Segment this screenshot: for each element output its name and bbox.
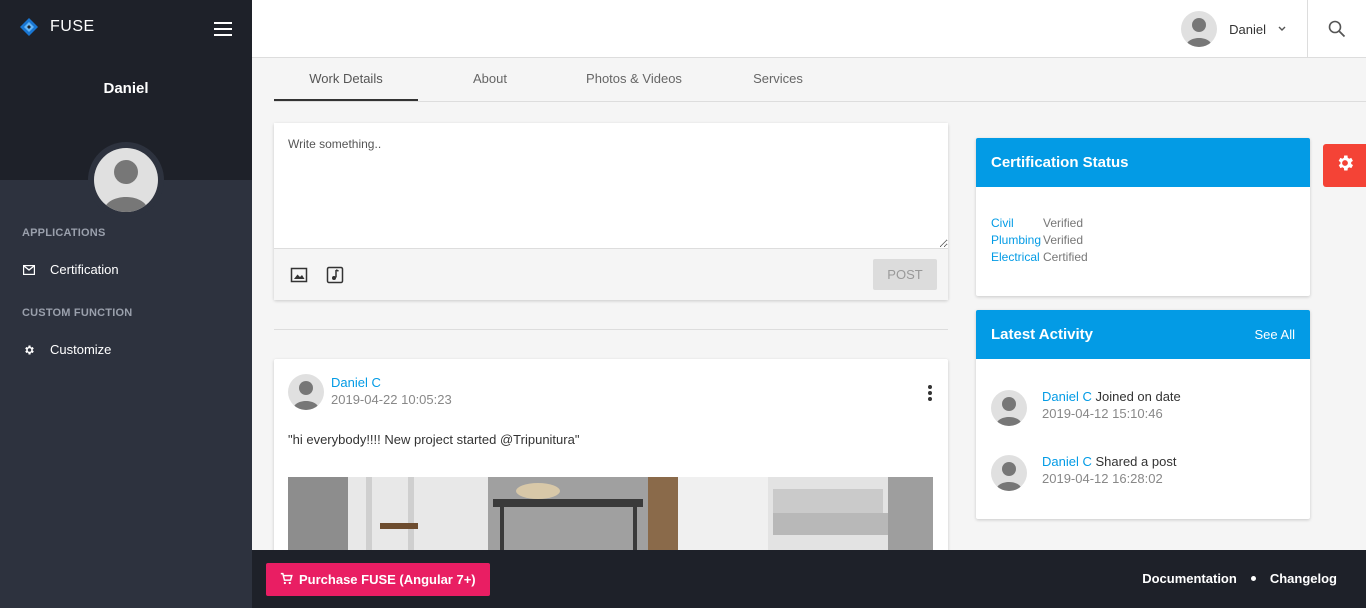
gear-icon [1335, 153, 1355, 178]
tab-work-details[interactable]: Work Details [274, 60, 418, 101]
topbar: Daniel [252, 0, 1366, 58]
sidebar-item-customize[interactable]: Customize [22, 342, 111, 357]
user-menu[interactable]: Daniel [1181, 11, 1286, 47]
brand-name: FUSE [50, 18, 95, 35]
activity-action: Shared a post [1095, 454, 1177, 469]
sidebar-item-label: Customize [50, 342, 112, 357]
section-custom-function: CUSTOM FUNCTION [22, 307, 133, 319]
search-icon[interactable] [1328, 20, 1346, 38]
activity-action: Joined on date [1095, 389, 1181, 404]
menu-toggle-icon[interactable] [214, 22, 232, 36]
footer-links: Documentation Changelog [1142, 571, 1337, 586]
post-timestamp: 2019-04-22 10:05:23 [331, 392, 452, 407]
card-title: Certification Status [991, 154, 1129, 171]
footer: Purchase FUSE (Angular 7+) Documentation… [252, 550, 1366, 608]
certification-name[interactable]: Plumbing [991, 232, 1043, 249]
certification-status-card: Certification Status Civil Verified Plum… [976, 138, 1310, 296]
card-header: Latest Activity See All [976, 310, 1310, 359]
list-item: Civil Verified [991, 215, 1310, 232]
certification-name[interactable]: Electrical [991, 249, 1043, 266]
activity-item: Daniel C Joined on date 2019-04-12 15:10… [991, 389, 1181, 426]
avatar [1181, 11, 1218, 47]
audio-file-icon[interactable] [326, 266, 344, 284]
changelog-link[interactable]: Changelog [1270, 571, 1337, 586]
mail-icon [22, 263, 36, 277]
certification-status: Verified [1043, 216, 1084, 230]
tab-services[interactable]: Services [706, 60, 850, 101]
certification-list: Civil Verified Plumbing Verified Electri… [976, 187, 1310, 266]
post-button[interactable]: POST [873, 259, 937, 290]
purchase-label: Purchase FUSE (Angular 7+) [299, 572, 476, 587]
image-icon[interactable] [290, 266, 308, 284]
sidebar-user-name: Daniel [103, 80, 149, 97]
card-header: Certification Status [976, 138, 1310, 187]
separator-dot [1250, 576, 1256, 581]
section-applications: APPLICATIONS [22, 227, 106, 239]
latest-activity-card: Latest Activity See All Daniel C Joined … [976, 310, 1310, 519]
tab-photos-videos[interactable]: Photos & Videos [562, 60, 706, 101]
certification-status: Verified [1043, 233, 1084, 247]
list-item: Plumbing Verified [991, 232, 1310, 249]
card-title: Latest Activity [991, 326, 1093, 343]
more-vert-icon[interactable] [926, 385, 934, 401]
post-input[interactable] [274, 123, 948, 249]
list-item: Electrical Certified [991, 249, 1310, 266]
activity-timestamp: 2019-04-12 16:28:02 [1042, 471, 1163, 486]
feed-post: Daniel C 2019-04-22 10:05:23 "hi everybo… [274, 359, 948, 559]
post-text: "hi everybody!!!! New project started @T… [288, 432, 580, 447]
topbar-divider [1307, 0, 1308, 58]
composer-toolbar: POST [274, 249, 948, 300]
sidebar-item-label: Certification [50, 262, 119, 277]
gear-icon [22, 343, 36, 357]
feed-divider [274, 329, 948, 330]
fuse-logo-icon [20, 18, 38, 36]
sidebar-item-certification[interactable]: Certification [22, 262, 119, 277]
post-image [288, 477, 933, 559]
sidebar: FUSE Daniel APPLICATIONS Certification C… [0, 0, 252, 608]
avatar [288, 374, 324, 410]
certification-name[interactable]: Civil [991, 215, 1043, 232]
activity-timestamp: 2019-04-12 15:10:46 [1042, 406, 1163, 421]
activity-user-link[interactable]: Daniel C [1042, 389, 1092, 404]
documentation-link[interactable]: Documentation [1142, 571, 1237, 586]
brand[interactable]: FUSE [20, 18, 95, 36]
user-name: Daniel [1229, 21, 1266, 37]
cart-icon [280, 572, 293, 588]
purchase-button[interactable]: Purchase FUSE (Angular 7+) [266, 563, 490, 596]
chevron-down-icon [1278, 24, 1286, 35]
activity-item: Daniel C Shared a post 2019-04-12 16:28:… [991, 454, 1176, 491]
profile-tabs: Work Details About Photos & Videos Servi… [274, 60, 1366, 102]
sidebar-avatar [88, 142, 164, 218]
post-author-link[interactable]: Daniel C [331, 375, 381, 390]
theme-settings-button[interactable] [1323, 144, 1366, 187]
avatar [991, 390, 1027, 426]
see-all-link[interactable]: See All [1255, 327, 1295, 342]
post-composer: POST [274, 123, 948, 300]
avatar [991, 455, 1027, 491]
tab-about[interactable]: About [418, 60, 562, 101]
certification-status: Certified [1043, 250, 1088, 264]
activity-user-link[interactable]: Daniel C [1042, 454, 1092, 469]
